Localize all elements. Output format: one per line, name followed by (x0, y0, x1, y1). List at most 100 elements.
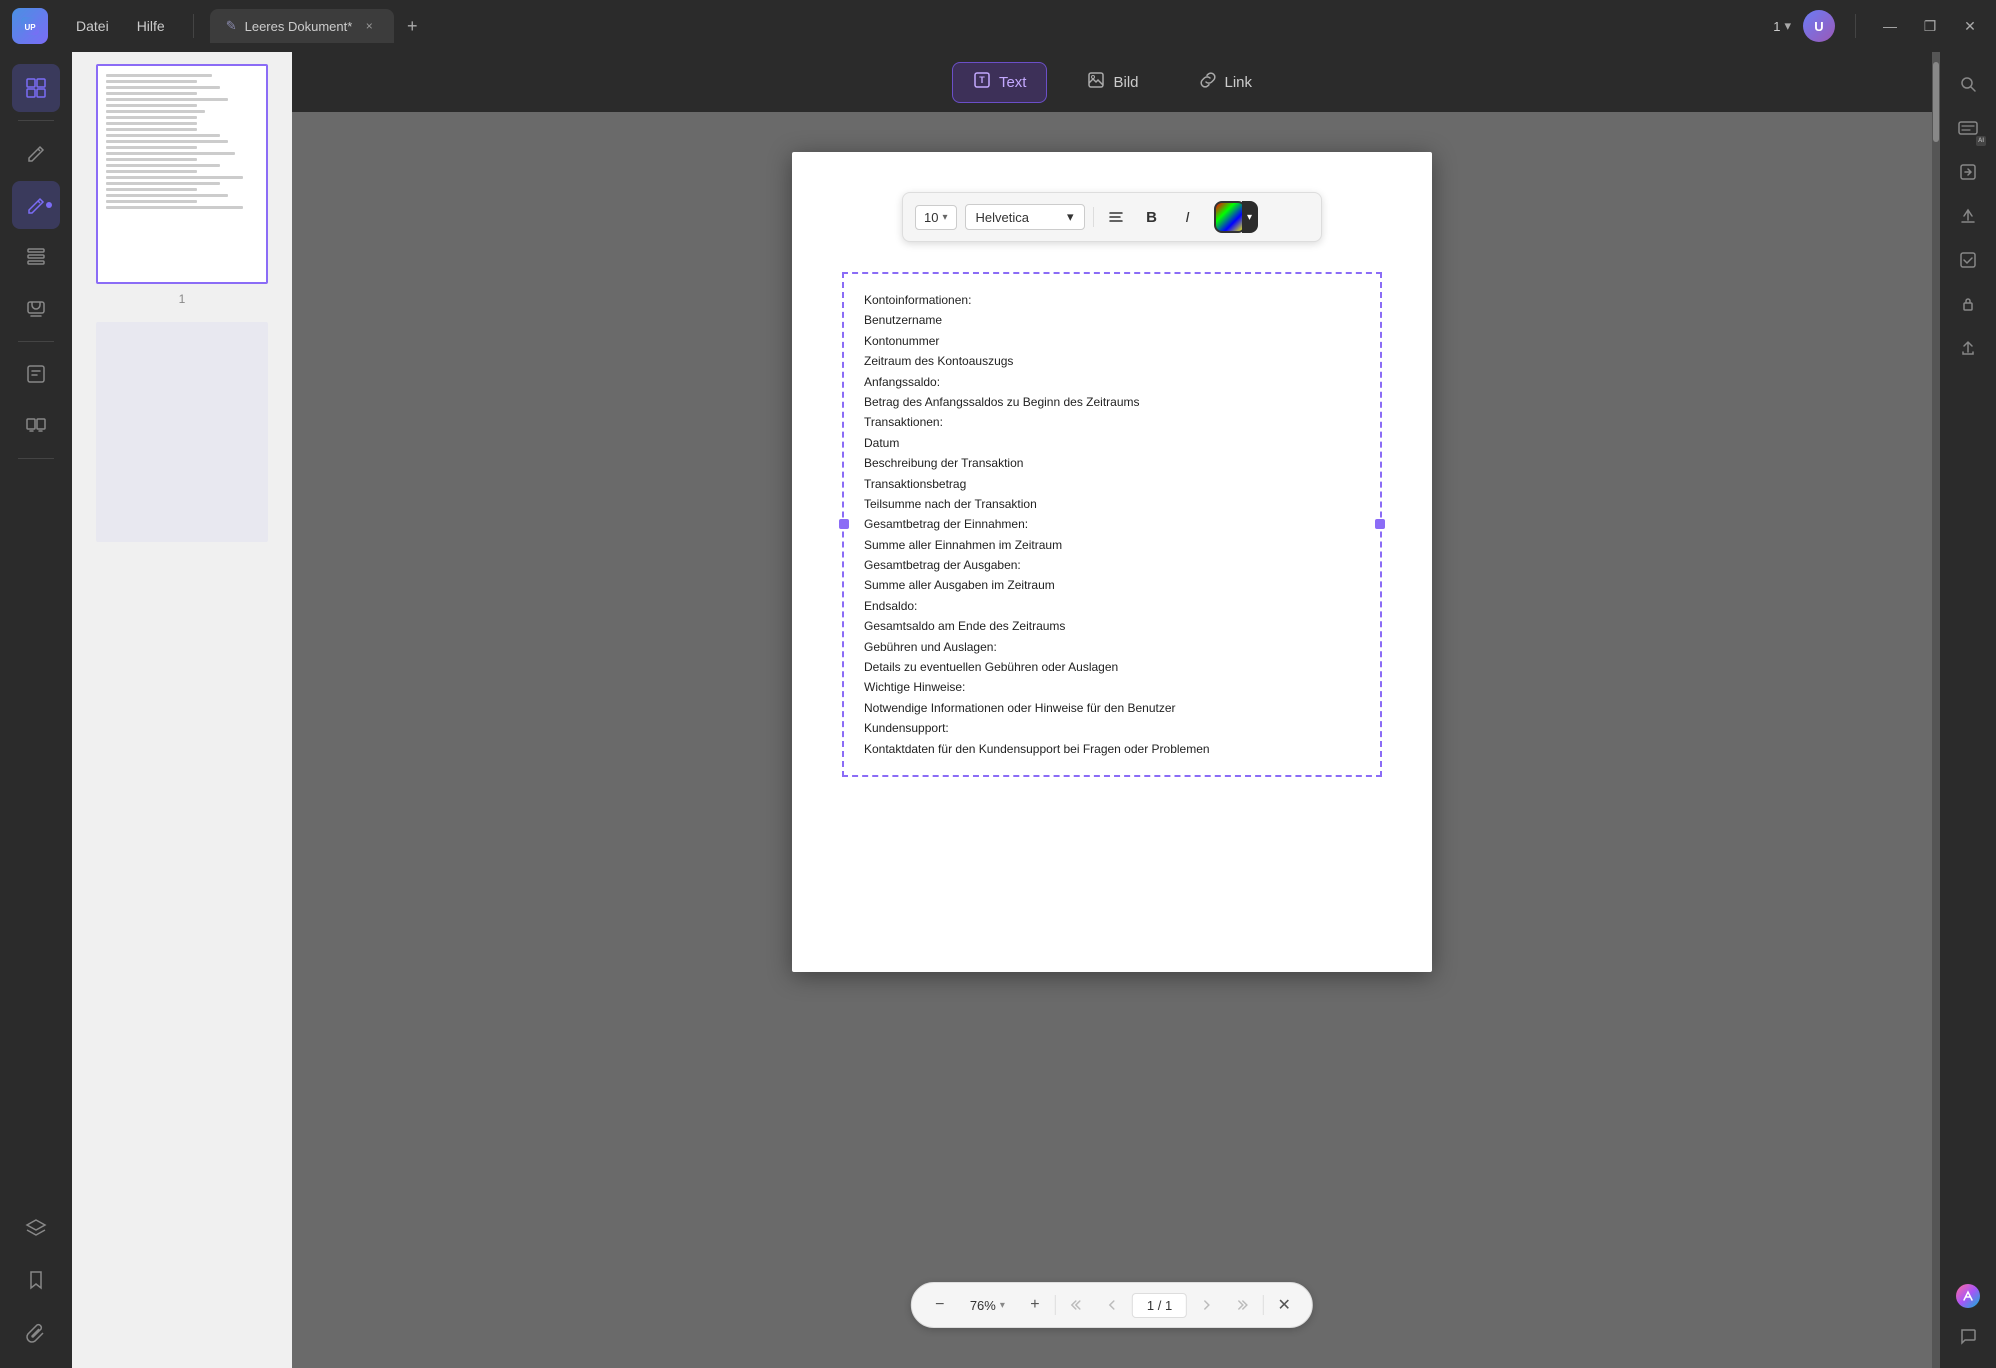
sidebar-sep-2 (18, 341, 54, 342)
font-family-control[interactable]: Helvetica ▾ (965, 204, 1085, 230)
page-first-button[interactable] (1060, 1289, 1092, 1321)
sidebar-icon-bookmark[interactable] (12, 1256, 60, 1304)
zoom-chevron[interactable]: ▾ (1000, 1300, 1005, 1311)
color-picker-group[interactable]: ▾ (1214, 201, 1258, 233)
scroll-thumb[interactable] (1933, 62, 1939, 142)
sidebar-icon-edit[interactable] (12, 129, 60, 177)
new-tab-button[interactable]: + (398, 12, 426, 40)
thumb-wrapper-1[interactable] (96, 64, 268, 284)
text-line: Datum (864, 433, 1360, 453)
thumbnail-panel: 1 (72, 52, 292, 1368)
right-icon-ocr[interactable]: AI (1948, 108, 1988, 148)
sidebar-icon-stamp[interactable] (12, 285, 60, 333)
toolbar-link-button[interactable]: Link (1179, 63, 1273, 102)
right-icon-search[interactable] (1948, 64, 1988, 104)
zoom-display[interactable]: 76% ▾ (960, 1294, 1015, 1317)
document-canvas[interactable]: 10 ▾ Helvetica ▾ B I (292, 112, 1932, 1368)
page-nav: 1 ▾ (1773, 18, 1791, 34)
toolbar-link-label: Link (1225, 74, 1253, 91)
text-line: Wichtige Hinweise: (864, 677, 1360, 697)
page-indicator: 1 / 1 (1132, 1293, 1187, 1318)
menu-hilfe[interactable]: Hilfe (125, 12, 177, 40)
text-line: Kontoinformationen: (864, 290, 1360, 310)
right-bottom-icons (1948, 1276, 1988, 1356)
thumb-page-1[interactable]: 1 (80, 64, 284, 306)
sidebar-icon-toc[interactable] (12, 233, 60, 281)
sidebar-icon-layers[interactable] (12, 1204, 60, 1252)
app-logo-icon: UP (12, 8, 48, 44)
thumb-wrapper-2[interactable] (96, 322, 268, 542)
ocr-badge: AI (1976, 136, 1986, 146)
text-line: Benutzername (864, 310, 1360, 330)
tab-area: ✎ Leeres Dokument* × + (210, 9, 1766, 43)
align-button[interactable] (1102, 203, 1130, 231)
italic-button[interactable]: I (1174, 203, 1202, 231)
maximize-button[interactable]: ❐ (1916, 12, 1944, 40)
text-line: Gesamtbetrag der Einnahmen: (864, 514, 1360, 534)
text-line: Transaktionen: (864, 412, 1360, 432)
page-last-button[interactable] (1227, 1289, 1259, 1321)
text-content: Kontoinformationen:BenutzernameKontonumm… (864, 290, 1360, 759)
sidebar-sep-1 (18, 120, 54, 121)
font-family-chevron[interactable]: ▾ (1067, 209, 1074, 225)
right-icon-comment[interactable] (1948, 1316, 1988, 1356)
toolbar-bild-button[interactable]: Bild (1067, 63, 1158, 102)
right-icon-ai[interactable] (1948, 1276, 1988, 1316)
text-line: Summe aller Einnahmen im Zeitraum (864, 535, 1360, 555)
scrollbar[interactable] (1932, 52, 1940, 1368)
toolbar-text-button[interactable]: T Text (952, 62, 1048, 103)
font-size-control[interactable]: 10 ▾ (915, 205, 957, 230)
thumb-page-number-1: 1 (179, 292, 186, 306)
menu-datei[interactable]: Datei (64, 12, 121, 40)
page-nav-chevron[interactable]: ▾ (1784, 18, 1791, 34)
text-line: Kontonummer (864, 331, 1360, 351)
page-prev-button[interactable] (1096, 1289, 1128, 1321)
sidebar-sep-3 (18, 458, 54, 459)
right-icon-save[interactable] (1948, 196, 1988, 236)
app-logo: UP (12, 8, 48, 44)
sidebar-icon-annotate[interactable] (12, 181, 60, 229)
tab-close-button[interactable]: × (360, 17, 378, 35)
text-tool-icon: T (973, 71, 991, 94)
right-icon-convert[interactable] (1948, 152, 1988, 192)
page-number-display: 1 (1773, 19, 1780, 34)
minimize-button[interactable]: — (1876, 12, 1904, 40)
sidebar-icon-organize[interactable] (12, 402, 60, 450)
bold-button[interactable]: B (1138, 203, 1166, 231)
sidebar-icon-form[interactable] (12, 350, 60, 398)
text-box[interactable]: Kontoinformationen:BenutzernameKontonumm… (842, 272, 1382, 777)
image-tool-icon (1087, 71, 1105, 94)
bottom-toolbar: − 76% ▾ + 1 / 1 (911, 1282, 1313, 1328)
document-page[interactable]: 10 ▾ Helvetica ▾ B I (792, 152, 1432, 972)
text-line: Endsaldo: (864, 596, 1360, 616)
zoom-out-button[interactable]: − (924, 1289, 956, 1321)
right-icon-check[interactable] (1948, 240, 1988, 280)
text-box-handle-right[interactable] (1375, 519, 1385, 529)
text-line: Zeitraum des Kontoauszugs (864, 351, 1360, 371)
sidebar-icon-thumbnails[interactable] (12, 64, 60, 112)
format-sep-1 (1093, 207, 1094, 227)
font-size-chevron[interactable]: ▾ (942, 212, 947, 223)
format-toolbar: 10 ▾ Helvetica ▾ B I (902, 192, 1322, 242)
zoom-in-button[interactable]: + (1019, 1289, 1051, 1321)
text-box-handle-left[interactable] (839, 519, 849, 529)
content-area: T Text Bild (292, 52, 1932, 1368)
right-icon-share[interactable] (1948, 328, 1988, 368)
svg-text:T: T (979, 75, 985, 85)
svg-text:UP: UP (24, 23, 36, 32)
toolbar-close-button[interactable]: ✕ (1268, 1289, 1300, 1321)
title-bar: UP Datei Hilfe ✎ Leeres Dokument* × + 1 … (0, 0, 1996, 52)
user-avatar[interactable]: U (1803, 10, 1835, 42)
text-line: Details zu eventuellen Gebühren oder Aus… (864, 657, 1360, 677)
text-line: Gesamtbetrag der Ausgaben: (864, 555, 1360, 575)
sidebar-icon-attachment[interactable] (12, 1308, 60, 1356)
color-button[interactable] (1214, 201, 1246, 233)
menu-divider (193, 14, 194, 38)
close-button[interactable]: ✕ (1956, 12, 1984, 40)
right-icon-protect[interactable] (1948, 284, 1988, 324)
main-layout: 1 T Text (0, 52, 1996, 1368)
page-next-button[interactable] (1191, 1289, 1223, 1321)
thumb-page-2[interactable] (80, 322, 284, 542)
active-tab[interactable]: ✎ Leeres Dokument* × (210, 9, 395, 43)
color-chevron[interactable]: ▾ (1242, 201, 1258, 233)
